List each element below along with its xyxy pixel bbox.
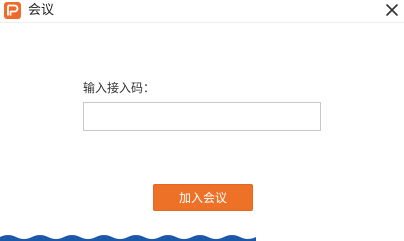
- close-icon[interactable]: [384, 2, 400, 18]
- join-meeting-button[interactable]: 加入会议: [153, 184, 253, 211]
- title-bar: 会议: [0, 0, 404, 23]
- meeting-dialog: 会议 输入接入码： 加入会议: [0, 0, 404, 241]
- window-title: 会议: [28, 3, 55, 18]
- bottom-band-decoration: [0, 233, 404, 241]
- access-code-input[interactable]: [83, 102, 321, 131]
- app-logo-icon: [4, 2, 21, 19]
- access-code-label: 输入接入码：: [83, 81, 156, 95]
